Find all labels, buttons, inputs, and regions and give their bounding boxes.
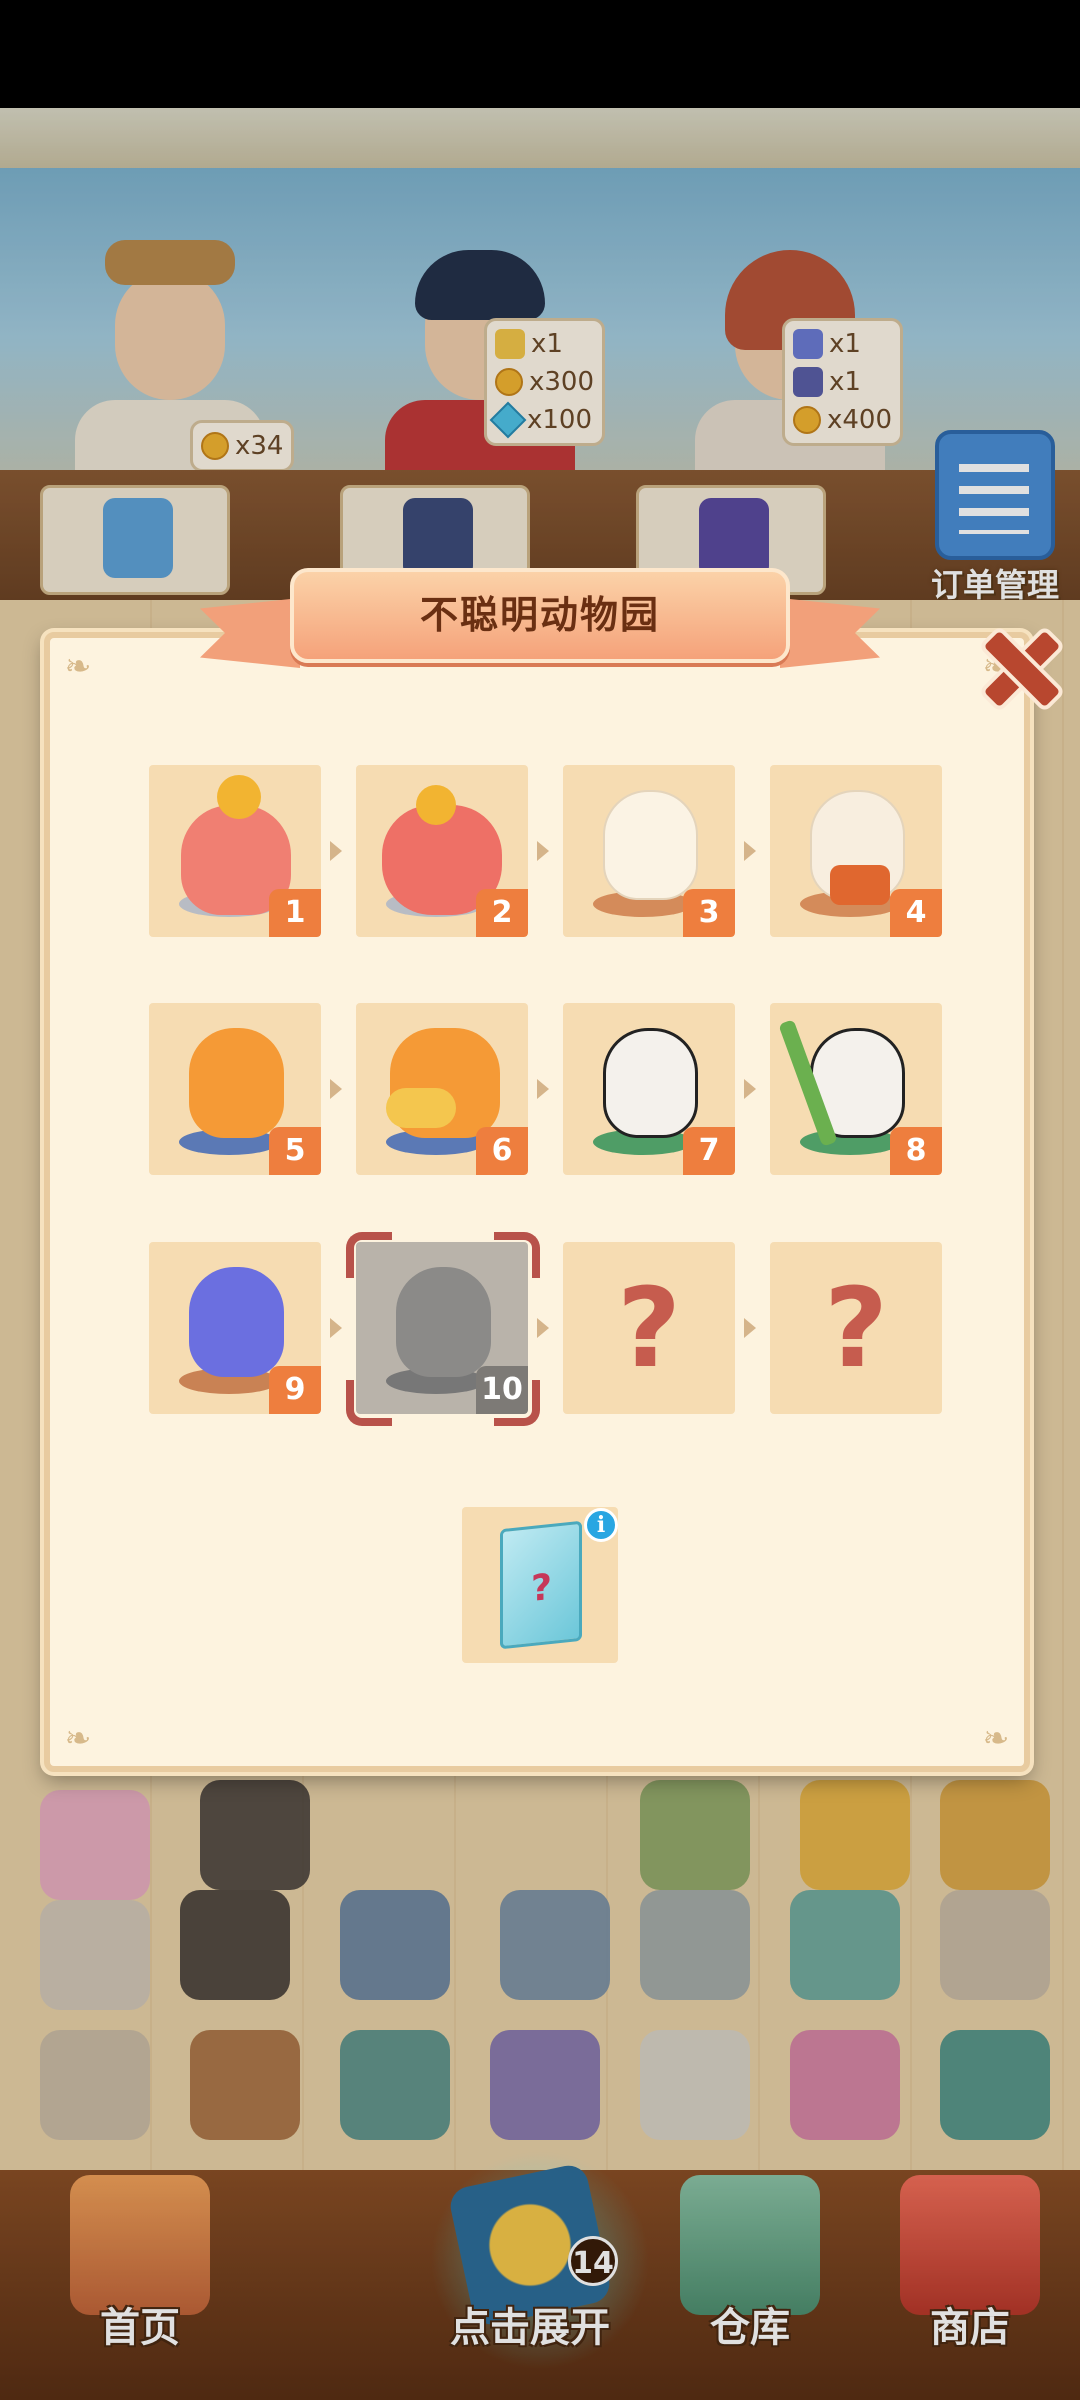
collection-item-9[interactable]: 9 — [149, 1242, 321, 1414]
collection-item-unknown[interactable]: ? — [563, 1242, 735, 1414]
collection-item-7[interactable]: 7 — [563, 1003, 735, 1175]
info-icon[interactable]: i — [584, 1508, 618, 1542]
collection-item-5[interactable]: 5 — [149, 1003, 321, 1175]
collection-item-2[interactable]: 2 — [356, 765, 528, 937]
arrow-right-icon — [537, 841, 549, 861]
corner-ornament-icon: ❧ — [982, 1719, 1010, 1757]
collection-item-4[interactable]: 4 — [770, 765, 942, 937]
collection-item-3[interactable]: 3 — [563, 765, 735, 937]
modal-title-ribbon: 不聪明动物园 — [200, 568, 880, 678]
arrow-right-icon — [537, 1318, 549, 1338]
corner-ornament-icon: ❧ — [64, 647, 92, 685]
arrow-right-icon — [330, 1079, 342, 1099]
blind-box-icon: ? — [500, 1520, 582, 1650]
collection-item-8[interactable]: 8 — [770, 1003, 942, 1175]
arrow-right-icon — [537, 1079, 549, 1099]
coin-icon — [217, 775, 261, 819]
corner-ornament-icon: ❧ — [64, 1719, 92, 1757]
selected-item-frame — [346, 1232, 540, 1426]
arrow-right-icon — [744, 1079, 756, 1099]
arrow-right-icon — [744, 1318, 756, 1338]
coin-icon — [416, 785, 456, 825]
collection-item-1[interactable]: 1 — [149, 765, 321, 937]
arrow-right-icon — [330, 841, 342, 861]
status-bar — [0, 0, 1080, 108]
collection-item-6[interactable]: 6 — [356, 1003, 528, 1175]
close-button[interactable] — [972, 620, 1062, 710]
arrow-right-icon — [744, 841, 756, 861]
collection-item-unknown[interactable]: ? — [770, 1242, 942, 1414]
modal-title: 不聪明动物园 — [419, 593, 660, 637]
arrow-right-icon — [330, 1318, 342, 1338]
